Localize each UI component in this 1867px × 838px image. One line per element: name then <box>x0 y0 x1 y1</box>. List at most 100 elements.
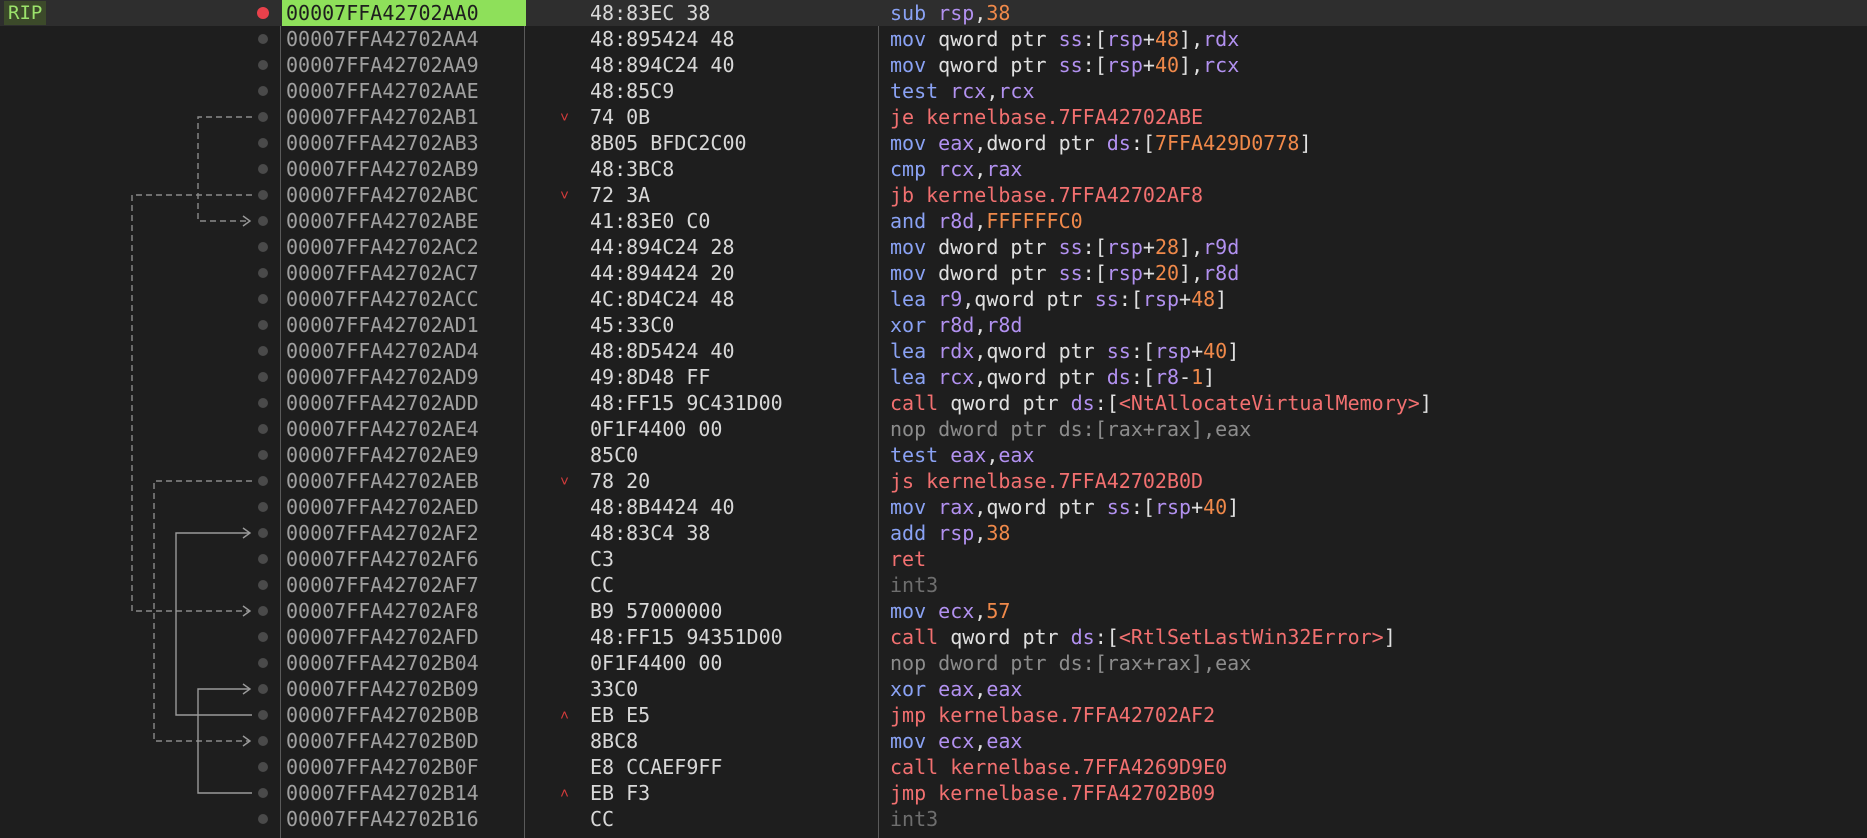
operand-token <box>926 131 938 155</box>
disasm-row[interactable]: 00007FFA42702B04 0F1F4400 00 nop dword ptr… <box>0 650 1867 676</box>
disasm-row[interactable]: 00007FFA42702AC7 44:894424 20 mov dword pt… <box>0 260 1867 286</box>
disasm-row[interactable]: RIP 00007FFA42702AA0 48:83EC 38 sub rsp,38 <box>0 0 1867 26</box>
disasm-row[interactable]: 00007FFA42702AFD 48:FF15 94351D00 call qwo… <box>0 624 1867 650</box>
disasm-row[interactable]: 00007FFA42702ABE 41:83E0 C0 and r8d,FFFFFF… <box>0 208 1867 234</box>
breakpoint-slot-icon[interactable] <box>258 554 268 564</box>
disasm-row[interactable]: 00007FFA42702AD4 48:8D5424 40 lea rdx,qwor… <box>0 338 1867 364</box>
operand-token: :[ <box>1082 53 1107 77</box>
disasm-row[interactable]: 00007FFA42702AB1 ˅ 74 0B je kernelbase.7FFA… <box>0 104 1867 130</box>
address: 00007FFA42702B0F <box>286 755 479 779</box>
disasm-row[interactable]: 00007FFA42702AB3 8B05 BFDC2C00 mov eax,dwo… <box>0 130 1867 156</box>
mnemonic: mov <box>890 599 927 623</box>
operand-token: r9 <box>938 287 963 311</box>
operand-token: ] <box>1203 365 1216 389</box>
breakpoint-slot-icon[interactable] <box>258 112 268 122</box>
breakpoint-slot-icon[interactable] <box>258 164 268 174</box>
breakpoint-slot-icon[interactable] <box>258 814 268 824</box>
instruction-text: add rsp,38 <box>890 520 1010 546</box>
disasm-row[interactable]: 00007FFA42702B0B ˄ EB E5 jmp kernelbase.7FF… <box>0 702 1867 728</box>
disasm-row[interactable]: 00007FFA42702AF2 48:83C4 38 add rsp,38 <box>0 520 1867 546</box>
instruction-bytes: 74 0B <box>590 105 651 129</box>
address: 00007FFA42702AD9 <box>286 365 479 389</box>
operand-token: ss <box>1106 495 1131 519</box>
disasm-row[interactable]: 00007FFA42702AA4 48:895424 48 mov qword pt… <box>0 26 1867 52</box>
disasm-row[interactable]: 00007FFA42702ACC 4C:8D4C24 48 lea r9,qword… <box>0 286 1867 312</box>
instruction-bytes: 85C0 <box>590 443 639 467</box>
breakpoint-slot-icon[interactable] <box>258 242 268 252</box>
operand-token: rcx <box>1203 53 1240 77</box>
breakpoint-slot-icon[interactable] <box>258 632 268 642</box>
breakpoint-slot-icon[interactable] <box>258 346 268 356</box>
address: 00007FFA42702ABE <box>286 209 479 233</box>
breakpoint-slot-icon[interactable] <box>258 606 268 616</box>
breakpoint-slot-icon[interactable] <box>258 190 268 200</box>
disasm-row[interactable]: 00007FFA42702AD9 49:8D48 FF lea rcx,qword … <box>0 364 1867 390</box>
disasm-row[interactable]: 00007FFA42702AE9 85C0 test eax,eax <box>0 442 1867 468</box>
breakpoint-slot-icon[interactable] <box>258 528 268 538</box>
mnemonic: jb <box>890 183 915 207</box>
mnemonic: mov <box>890 729 927 753</box>
disasm-row[interactable]: 00007FFA42702B09 33C0 xor eax,eax <box>0 676 1867 702</box>
breakpoint-slot-icon[interactable] <box>258 476 268 486</box>
breakpoint-slot-icon[interactable] <box>258 450 268 460</box>
disasm-row[interactable]: 00007FFA42702AC2 44:894C24 28 mov dword pt… <box>0 234 1867 260</box>
disasm-row[interactable]: 00007FFA42702B0F E8 CCAEF9FF call kernelba… <box>0 754 1867 780</box>
instruction-text: test eax,eax <box>890 442 1035 468</box>
breakpoint-slot-icon[interactable] <box>258 710 268 720</box>
breakpoint-slot-icon[interactable] <box>258 268 268 278</box>
breakpoint-slot-icon[interactable] <box>258 372 268 382</box>
instruction-bytes: 4C:8D4C24 48 <box>590 287 735 311</box>
operand-token: :[ <box>1082 27 1107 51</box>
address: 00007FFA42702AD1 <box>286 313 479 337</box>
operand-token: rsp <box>1106 261 1143 285</box>
breakpoint-slot-icon[interactable] <box>258 60 268 70</box>
breakpoint-icon[interactable] <box>257 7 269 19</box>
disasm-row[interactable]: 00007FFA42702ABC ˅ 72 3A jb kernelbase.7FFA… <box>0 182 1867 208</box>
disasm-row[interactable]: 00007FFA42702AEB ˅ 78 20 js kernelbase.7FFA… <box>0 468 1867 494</box>
disasm-row[interactable]: 00007FFA42702AAE 48:85C9 test rcx,rcx <box>0 78 1867 104</box>
breakpoint-slot-icon[interactable] <box>258 398 268 408</box>
breakpoint-slot-icon[interactable] <box>258 294 268 304</box>
operand-token: + <box>1179 287 1192 311</box>
disasm-row[interactable]: 00007FFA42702AF8 B9 57000000 mov ecx,57 <box>0 598 1867 624</box>
instruction-text: mov rax,qword ptr ss:[rsp+40] <box>890 494 1239 520</box>
disasm-row[interactable]: 00007FFA42702AD1 45:33C0 xor r8d,r8d <box>0 312 1867 338</box>
breakpoint-slot-icon[interactable] <box>258 320 268 330</box>
breakpoint-slot-icon[interactable] <box>258 34 268 44</box>
breakpoint-slot-icon[interactable] <box>258 216 268 226</box>
breakpoint-slot-icon[interactable] <box>258 658 268 668</box>
breakpoint-slot-icon[interactable] <box>258 138 268 148</box>
mnemonic: test <box>890 79 939 103</box>
address: 00007FFA42702AE4 <box>286 417 479 441</box>
breakpoint-slot-icon[interactable] <box>258 684 268 694</box>
operand-token: ] <box>1227 495 1240 519</box>
address: 00007FFA42702AFD <box>286 625 479 649</box>
disasm-row[interactable]: 00007FFA42702B14 ˄ EB F3 jmp kernelbase.7FF… <box>0 780 1867 806</box>
disasm-row[interactable]: 00007FFA42702AED 48:8B4424 40 mov rax,qwor… <box>0 494 1867 520</box>
disasm-row[interactable]: 00007FFA42702AF7 CC int3 <box>0 572 1867 598</box>
disasm-row[interactable]: 00007FFA42702B0D 8BC8 mov ecx,eax <box>0 728 1867 754</box>
disasm-row[interactable]: 00007FFA42702AE4 0F1F4400 00 nop dword ptr… <box>0 416 1867 442</box>
disasm-row[interactable]: 00007FFA42702AA9 48:894C24 40 mov qword pt… <box>0 52 1867 78</box>
operand-token: 28 <box>1154 235 1180 259</box>
instruction-bytes: 45:33C0 <box>590 313 675 337</box>
breakpoint-slot-icon[interactable] <box>258 580 268 590</box>
breakpoint-slot-icon[interactable] <box>258 762 268 772</box>
instruction-text: xor r8d,r8d <box>890 312 1022 338</box>
disasm-row[interactable]: 00007FFA42702B16 CC int3 <box>0 806 1867 832</box>
operand-token <box>926 365 938 389</box>
mnemonic: nop <box>890 417 927 441</box>
disasm-row[interactable]: 00007FFA42702AF6 C3 ret <box>0 546 1867 572</box>
breakpoint-slot-icon[interactable] <box>258 736 268 746</box>
mnemonic: je <box>890 105 915 129</box>
disasm-row[interactable]: 00007FFA42702AB9 48:3BC8 cmp rcx,rax <box>0 156 1867 182</box>
jump-up-icon: ˄ <box>560 784 570 802</box>
breakpoint-slot-icon[interactable] <box>258 424 268 434</box>
disasm-row[interactable]: 00007FFA42702ADD 48:FF15 9C431D00 call qwo… <box>0 390 1867 416</box>
operand-token: rsp <box>1106 235 1143 259</box>
breakpoint-slot-icon[interactable] <box>258 788 268 798</box>
instruction-text: lea rcx,qword ptr ds:[r8-1] <box>890 364 1215 390</box>
instruction-bytes: 41:83E0 C0 <box>590 209 711 233</box>
breakpoint-slot-icon[interactable] <box>258 502 268 512</box>
breakpoint-slot-icon[interactable] <box>258 86 268 96</box>
